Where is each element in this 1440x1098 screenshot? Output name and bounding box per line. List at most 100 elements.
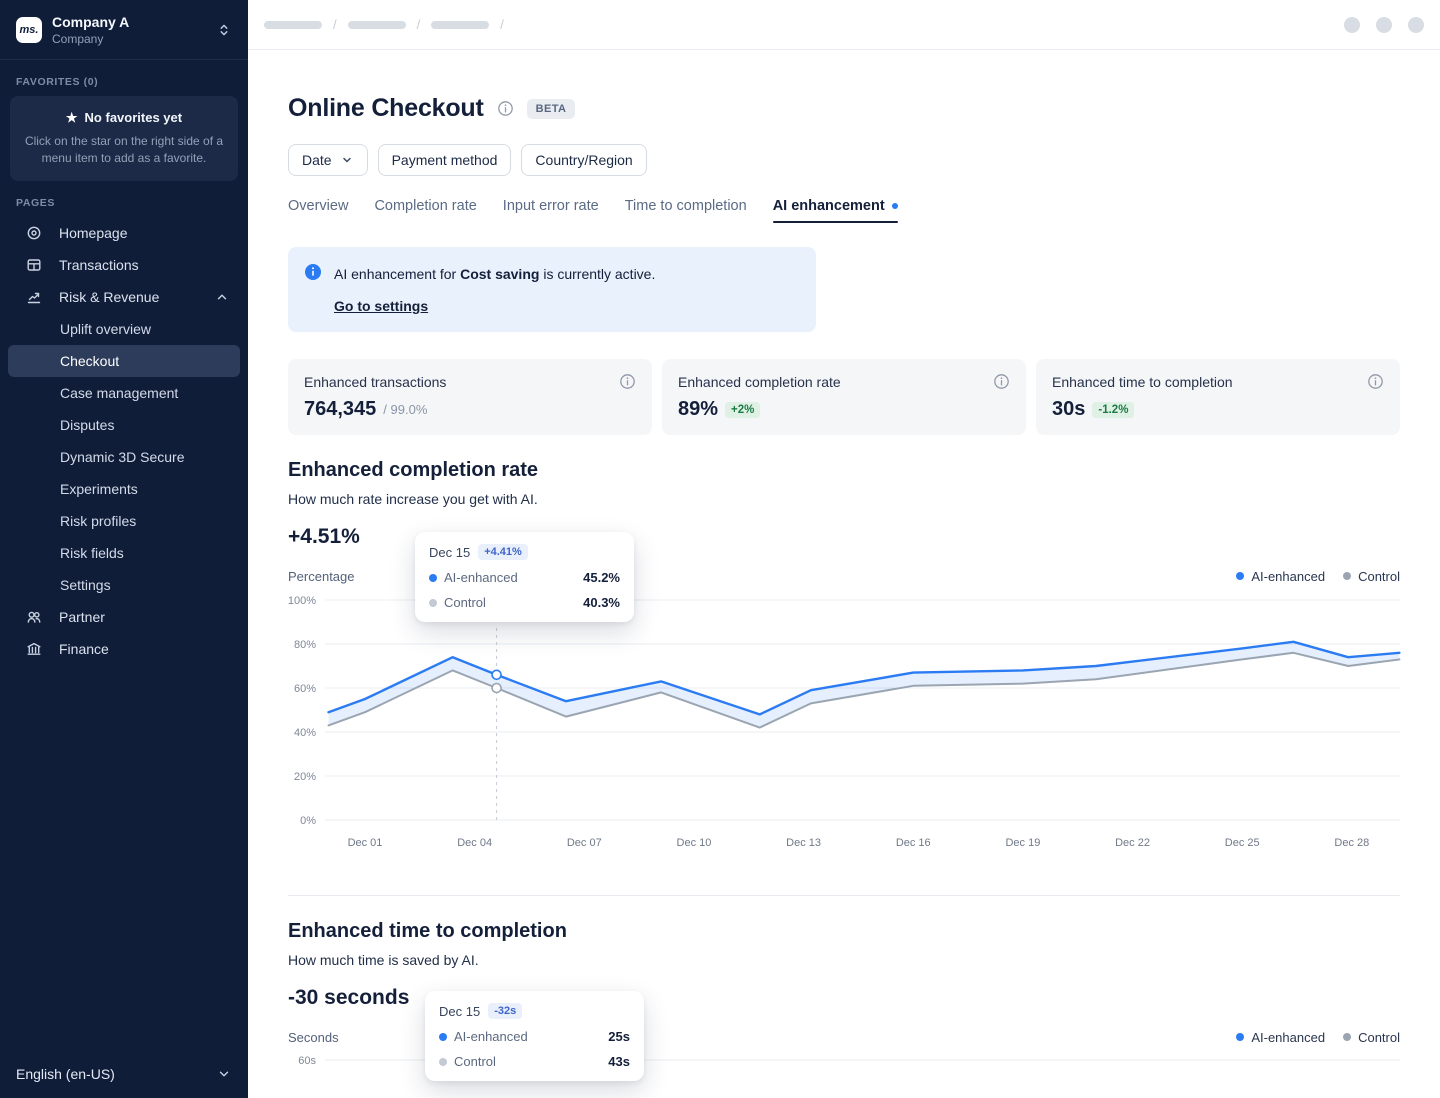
sidebar-item-homepage[interactable]: Homepage — [8, 217, 240, 249]
page-title-info-icon[interactable] — [497, 100, 514, 117]
breadcrumb-separator: / — [333, 17, 337, 32]
breadcrumb-separator: / — [416, 17, 421, 32]
favorites-empty-state: ★ No favorites yet Click on the star on … — [10, 96, 238, 181]
tooltip-series-name: AI-enhanced — [454, 1029, 528, 1044]
stat-label: Enhanced transactions — [304, 373, 447, 390]
page-title: Online Checkout — [288, 94, 484, 122]
filter-payment-method[interactable]: Payment method — [377, 144, 512, 176]
sidebar-item-label: Partner — [59, 609, 105, 625]
language-label: English (en-US) — [16, 1066, 115, 1082]
sidebar-item-case-management[interactable]: Case management — [8, 377, 240, 409]
tab-label: Overview — [288, 198, 349, 214]
topbar-action-placeholder[interactable] — [1408, 16, 1424, 33]
filter-bar: Date Payment method Country/Region — [288, 144, 1400, 176]
tab-label: Completion rate — [374, 198, 477, 214]
tab-ai-enhancement[interactable]: AI enhancement — [772, 198, 898, 223]
section-title: Enhanced completion rate — [288, 459, 539, 481]
chart-icon — [26, 289, 42, 305]
svg-text:100%: 100% — [288, 595, 316, 607]
sidebar-item-uplift-overview[interactable]: Uplift overview — [8, 313, 240, 345]
tooltip-series-dot — [439, 1057, 447, 1066]
stat-label: Enhanced time to completion — [1052, 373, 1233, 390]
filter-country-region[interactable]: Country/Region — [521, 144, 647, 176]
tab-time-to-completion[interactable]: Time to completion — [625, 198, 747, 223]
chart-tooltip: Dec 15 -32s AI-enhanced 25s Control 43s — [425, 991, 644, 1081]
tooltip-series-value: 43s — [608, 1054, 630, 1069]
active-tab-dot — [891, 203, 898, 209]
filter-date[interactable]: Date — [288, 144, 368, 176]
sidebar-item-risk-fields[interactable]: Risk fields — [8, 537, 240, 569]
sidebar-item-transactions[interactable]: Transactions — [8, 249, 240, 281]
svg-text:20%: 20% — [294, 771, 316, 783]
sidebar-item-label: Finance — [59, 641, 109, 657]
sidebar-item-label: Risk fields — [60, 545, 124, 561]
tooltip-row-ai-enhanced: AI-enhanced 25s — [439, 1029, 630, 1044]
tooltip-date: Dec 15 — [429, 544, 471, 560]
sidebar-item-label: Case management — [60, 385, 179, 401]
breadcrumb-separator: / — [500, 17, 504, 32]
tab-input-error-rate[interactable]: Input error rate — [503, 198, 599, 223]
legend-item-control[interactable]: Control — [1343, 1030, 1400, 1045]
language-switcher[interactable]: English (en-US) — [0, 1050, 248, 1098]
breadcrumb-placeholder — [431, 20, 490, 29]
svg-text:Dec 01: Dec 01 — [348, 837, 383, 849]
tooltip-row-control: Control 43s — [439, 1054, 630, 1069]
sidebar-item-label: Checkout — [60, 353, 120, 369]
sidebar: ms. Company A Company FAVORITES (0) ★ No… — [0, 0, 248, 1098]
breadcrumb-placeholder — [264, 20, 322, 29]
svg-text:Dec 07: Dec 07 — [567, 837, 602, 849]
tab-overview[interactable]: Overview — [288, 198, 348, 223]
svg-text:Dec 04: Dec 04 — [457, 837, 492, 849]
beta-badge: BETA — [526, 98, 576, 119]
section-subtitle: How much rate increase you get with AI. — [288, 491, 538, 507]
topbar-action-placeholder[interactable] — [1376, 16, 1392, 33]
page-content: Online Checkout BETA Date Payment method C… — [248, 50, 1440, 1098]
topbar: / / / — [248, 0, 1440, 50]
sidebar-item-label: Transactions — [59, 257, 139, 273]
y-axis-label: Seconds — [288, 1029, 339, 1045]
sidebar-item-finance[interactable]: Finance — [8, 633, 240, 665]
tooltip-series-name: AI-enhanced — [444, 570, 518, 585]
tooltip-delta-badge: +4.41% — [478, 544, 528, 560]
sidebar-item-checkout[interactable]: Checkout — [8, 345, 240, 377]
completion-rate-chart[interactable]: 0% 20% 40% 60% 80% 100% Dec 01 Dec 04 Dec 07 Dec … — [288, 586, 1410, 886]
company-name: Company A — [52, 14, 130, 30]
go-to-settings-link[interactable]: Go to settings — [334, 296, 428, 316]
sidebar-item-partner[interactable]: Partner — [8, 601, 240, 633]
bank-icon — [26, 641, 42, 657]
tooltip-row-ai-enhanced: AI-enhanced 45.2% — [429, 570, 620, 585]
svg-text:Dec 10: Dec 10 — [677, 837, 712, 849]
sidebar-item-dynamic-3d-secure[interactable]: Dynamic 3D Secure — [8, 441, 240, 473]
info-icon[interactable] — [1367, 373, 1384, 390]
svg-text:Dec 19: Dec 19 — [1005, 837, 1040, 849]
sidebar-item-label: Settings — [60, 577, 111, 593]
filter-label: Payment method — [391, 152, 498, 168]
star-icon: ★ — [65, 110, 78, 125]
sidebar-item-settings[interactable]: Settings — [8, 569, 240, 601]
sidebar-nav: Homepage Transactions Risk & Revenue Uplift… — [0, 217, 248, 665]
section-subtitle: How much time is saved by AI. — [288, 952, 479, 968]
tooltip-series-dot — [429, 598, 437, 607]
org-switcher[interactable]: ms. Company A Company — [0, 0, 248, 60]
legend-item-ai-enhanced[interactable]: AI-enhanced — [1236, 1030, 1325, 1045]
sidebar-item-risk-profiles[interactable]: Risk profiles — [8, 505, 240, 537]
stat-cards: Enhanced transactions 764,345/ 99.0% Enhan… — [288, 359, 1400, 435]
svg-text:60s: 60s — [298, 1055, 316, 1067]
y-axis-label: Percentage — [288, 568, 355, 584]
sidebar-item-disputes[interactable]: Disputes — [8, 409, 240, 441]
tooltip-delta-badge: -32s — [488, 1003, 523, 1019]
legend-label: Control — [1358, 1029, 1400, 1045]
sidebar-item-risk-revenue[interactable]: Risk & Revenue — [8, 281, 240, 313]
legend-item-ai-enhanced[interactable]: AI-enhanced — [1236, 569, 1325, 584]
info-icon[interactable] — [993, 373, 1010, 390]
tab-completion-rate[interactable]: Completion rate — [374, 198, 476, 223]
info-icon[interactable] — [619, 373, 636, 390]
banner-text-prefix: AI enhancement for — [334, 266, 461, 282]
stat-value: 89% — [678, 398, 719, 420]
sidebar-item-experiments[interactable]: Experiments — [8, 473, 240, 505]
legend-item-control[interactable]: Control — [1343, 569, 1400, 584]
sidebar-item-label: Experiments — [60, 481, 138, 497]
topbar-action-placeholder[interactable] — [1344, 16, 1360, 33]
svg-text:Dec 16: Dec 16 — [896, 837, 931, 849]
stat-card-enhanced-transactions: Enhanced transactions 764,345 / 99.0% — [288, 359, 652, 435]
